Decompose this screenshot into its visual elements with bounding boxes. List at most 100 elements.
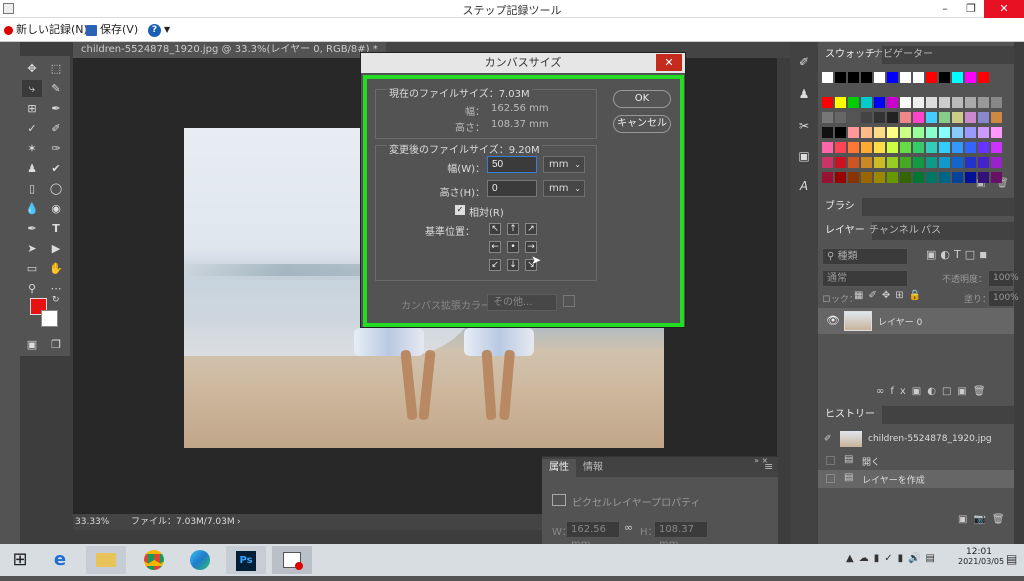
swap-colors-icon[interactable]: ↻ — [52, 295, 60, 305]
color-swatch[interactable] — [822, 112, 833, 123]
color-swatch[interactable] — [887, 172, 898, 183]
color-swatch[interactable] — [926, 172, 937, 183]
color-swatch[interactable] — [913, 172, 924, 183]
color-swatch[interactable] — [939, 157, 950, 168]
color-swatch[interactable] — [848, 142, 859, 153]
quick-mask-icon[interactable]: ▣ — [22, 336, 42, 353]
document-tab[interactable]: children-5524878_1920.jpg @ 33.3%(レイヤー 0… — [73, 42, 386, 58]
color-swatch[interactable] — [952, 142, 963, 153]
color-swatch[interactable] — [835, 112, 846, 123]
color-swatch[interactable] — [926, 97, 937, 108]
color-swatch[interactable] — [835, 142, 846, 153]
color-swatch[interactable] — [835, 172, 846, 183]
background-color-swatch[interactable] — [41, 310, 58, 327]
color-swatch[interactable] — [874, 157, 885, 168]
move-tool-icon[interactable]: ✥ — [22, 60, 42, 77]
steps-recorder-taskbar-icon[interactable] — [272, 546, 312, 574]
color-swatch[interactable] — [900, 142, 911, 153]
color-swatch[interactable] — [861, 142, 872, 153]
stamp-tool-icon[interactable]: ♟ — [22, 160, 42, 177]
layer-row[interactable]: 👁 レイヤー 0 — [818, 308, 1014, 334]
mixer-brush-icon[interactable]: ✔ — [46, 160, 66, 177]
color-swatch[interactable] — [965, 72, 976, 83]
color-swatch[interactable] — [861, 157, 872, 168]
chevron-right-icon[interactable]: › — [237, 514, 241, 530]
color-swatch[interactable] — [848, 97, 859, 108]
color-swatch[interactable] — [978, 112, 989, 123]
crop-tool-icon[interactable]: ⊞ — [22, 100, 42, 117]
color-swatch[interactable] — [900, 127, 911, 138]
color-swatch[interactable] — [887, 72, 898, 83]
internet-explorer-icon[interactable]: e — [40, 546, 80, 574]
layer-comps-icon[interactable]: ▣ — [794, 146, 814, 166]
color-swatch[interactable] — [874, 112, 885, 123]
color-swatch[interactable] — [939, 142, 950, 153]
layer-filter-icons[interactable]: ▣◐T□◾ — [926, 248, 991, 261]
color-swatch[interactable] — [874, 172, 885, 183]
history-checkbox[interactable] — [826, 474, 835, 483]
start-windows-icon[interactable]: ⊞ — [0, 546, 40, 574]
color-swatch[interactable] — [900, 97, 911, 108]
history-row[interactable]: ▤ 開く — [818, 452, 1014, 470]
color-swatch[interactable] — [978, 127, 989, 138]
color-swatch[interactable] — [978, 157, 989, 168]
color-swatch[interactable] — [848, 72, 859, 83]
color-swatch[interactable] — [822, 97, 833, 108]
eraser-tool-icon[interactable]: ▯ — [22, 180, 42, 197]
color-swatch[interactable] — [887, 157, 898, 168]
brush-settings-icon[interactable]: ✐ — [794, 52, 814, 72]
color-swatch[interactable] — [913, 157, 924, 168]
color-swatch[interactable] — [822, 72, 833, 83]
color-swatch[interactable] — [848, 157, 859, 168]
clone-stamp-icon[interactable]: ✶ — [22, 140, 42, 157]
color-swatch[interactable] — [939, 127, 950, 138]
color-swatch[interactable] — [991, 157, 1002, 168]
layer-name[interactable]: レイヤー 0 — [878, 315, 922, 328]
color-swatch[interactable] — [861, 97, 872, 108]
color-swatch[interactable] — [887, 142, 898, 153]
color-swatch[interactable] — [965, 127, 976, 138]
clock[interactable]: 12:01 2021/03/05 — [958, 547, 1004, 566]
dodge-tool-icon[interactable]: ◉ — [46, 200, 66, 217]
history-brush-icon[interactable]: ✐ — [824, 434, 832, 444]
color-swatch[interactable] — [926, 72, 937, 83]
clone-source-icon[interactable]: ♟ — [794, 84, 814, 104]
color-swatch[interactable] — [835, 97, 846, 108]
zoom-level[interactable]: 33.33% — [75, 514, 109, 530]
lasso-tool-icon[interactable]: ⤷ — [22, 80, 42, 97]
color-swatch[interactable] — [900, 157, 911, 168]
color-swatch[interactable] — [952, 72, 963, 83]
healing-brush-icon[interactable]: ✓ — [22, 120, 42, 137]
color-swatch[interactable] — [822, 172, 833, 183]
color-swatch[interactable] — [887, 112, 898, 123]
restore-button[interactable]: ❐ — [958, 0, 984, 18]
color-swatch[interactable] — [913, 97, 924, 108]
color-swatch[interactable] — [913, 112, 924, 123]
color-swatch[interactable] — [887, 97, 898, 108]
color-swatch[interactable] — [991, 127, 1002, 138]
blend-mode-select[interactable]: 通常 — [822, 270, 908, 287]
tab-paths[interactable]: パス — [914, 222, 948, 240]
photoshop-taskbar-icon[interactable]: Ps — [226, 546, 266, 574]
color-swatch[interactable] — [913, 72, 924, 83]
history-actions-icons[interactable]: ▣📷🗑 — [958, 514, 1011, 525]
color-swatch[interactable] — [848, 172, 859, 183]
path-select-icon[interactable]: ➤ — [22, 240, 42, 257]
color-swatch[interactable] — [978, 172, 989, 183]
color-swatch[interactable] — [978, 97, 989, 108]
color-swatch[interactable] — [939, 97, 950, 108]
color-swatch[interactable] — [861, 72, 872, 83]
color-swatch[interactable] — [835, 72, 846, 83]
eyedropper-tool-icon[interactable]: ✒ — [46, 100, 66, 117]
collapse-panel-icon[interactable]: » × — [754, 456, 778, 466]
dialog-close-button[interactable]: ✕ — [656, 54, 682, 71]
tab-info[interactable]: 情報 — [576, 459, 610, 477]
color-swatch[interactable] — [900, 172, 911, 183]
color-swatch[interactable] — [861, 127, 872, 138]
history-snapshot-row[interactable]: ✐ children-5524878_1920.jpg — [818, 430, 1014, 450]
link-icon[interactable]: ∞ — [624, 521, 633, 534]
w-field[interactable]: 162.56 mm — [566, 521, 620, 550]
tab-navigator[interactable]: ナビゲーター — [866, 46, 940, 64]
color-swatch[interactable] — [926, 142, 937, 153]
minimize-button[interactable]: – — [932, 0, 958, 18]
